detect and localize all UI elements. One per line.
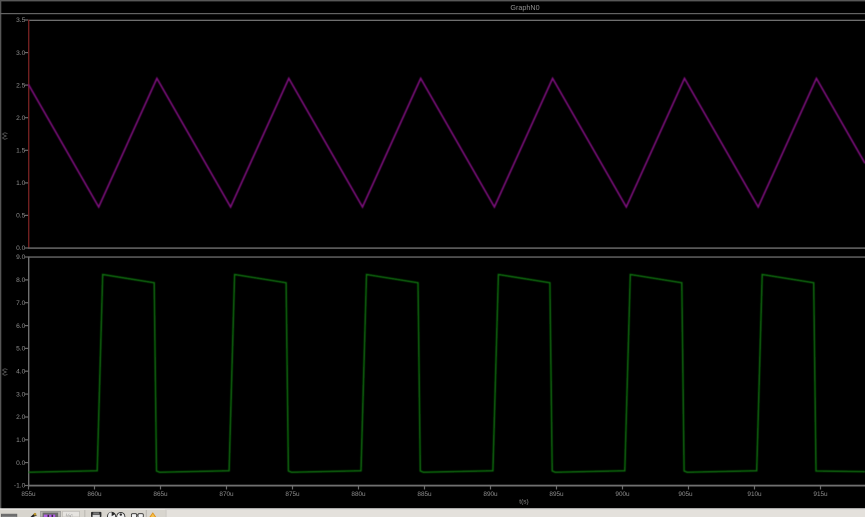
svg-text:900u: 900u — [615, 491, 630, 498]
svg-text:8.0: 8.0 — [16, 277, 25, 284]
svg-text:0.5: 0.5 — [16, 213, 25, 220]
svg-text:½c: ½c — [66, 512, 74, 517]
svg-text:9.0: 9.0 — [16, 254, 25, 261]
svg-text:4.0: 4.0 — [16, 368, 25, 375]
svg-text:(V): (V) — [3, 132, 9, 140]
svg-text:0.0: 0.0 — [16, 460, 25, 467]
svg-text:855u: 855u — [21, 491, 36, 498]
svg-text:890u: 890u — [483, 491, 498, 498]
svg-text:6.0: 6.0 — [16, 323, 25, 330]
svg-text:3.0: 3.0 — [16, 391, 25, 398]
svg-text:885u: 885u — [417, 491, 432, 498]
svg-text:(V): (V) — [3, 368, 9, 376]
svg-text:1.0: 1.0 — [16, 437, 25, 444]
svg-text:895u: 895u — [549, 491, 564, 498]
svg-text:905u: 905u — [678, 491, 693, 498]
svg-text:GraphN0: GraphN0 — [510, 3, 539, 12]
svg-text:2.0: 2.0 — [16, 414, 25, 421]
svg-text:3.5: 3.5 — [16, 17, 25, 24]
svg-text:870u: 870u — [219, 491, 234, 498]
svg-text:875u: 875u — [285, 491, 300, 498]
svg-text:865u: 865u — [153, 491, 168, 498]
svg-text:7.0: 7.0 — [16, 300, 25, 307]
svg-text:1.0: 1.0 — [16, 180, 25, 187]
svg-text:860u: 860u — [87, 491, 102, 498]
svg-text:2.0: 2.0 — [16, 115, 25, 122]
svg-text:910u: 910u — [747, 491, 762, 498]
svg-text:5.0: 5.0 — [16, 346, 25, 353]
svg-text:0.0: 0.0 — [16, 245, 25, 252]
svg-text:1.5: 1.5 — [16, 148, 25, 155]
svg-text:3.0: 3.0 — [16, 50, 25, 57]
svg-text:915u: 915u — [813, 491, 828, 498]
svg-text:-1.0: -1.0 — [14, 483, 26, 490]
svg-text:880u: 880u — [351, 491, 366, 498]
svg-text:2.5: 2.5 — [16, 82, 25, 89]
svg-text:t(s): t(s) — [519, 499, 528, 506]
